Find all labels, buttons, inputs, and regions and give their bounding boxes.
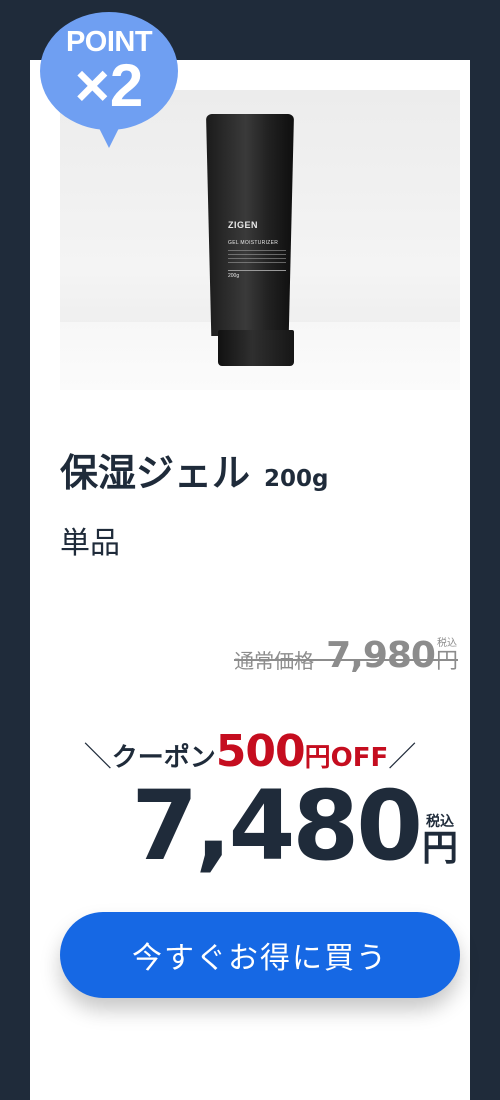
product-name: 保湿ジェル	[60, 451, 251, 495]
regular-price-value: 7,980	[326, 635, 436, 676]
product-title: 保湿ジェル 200g	[60, 442, 329, 497]
point-multiplier: ×2	[74, 52, 144, 119]
tube-brand: ZIGEN	[228, 220, 259, 230]
tube-label: ZIGEN GEL MOISTURIZER 200g	[228, 220, 286, 279]
sale-price: 7,480 税込 円	[131, 778, 458, 874]
product-size: 200g	[264, 466, 329, 492]
sale-yen: 円	[421, 828, 458, 869]
product-card: ZIGEN GEL MOISTURIZER 200g 保湿ジェル 200g 単品 …	[30, 60, 470, 1100]
coupon-prefix: ＼	[83, 740, 112, 773]
regular-yen: 円	[435, 649, 458, 674]
product-variant: 単品	[60, 526, 120, 561]
point-badge: POINT ×2	[40, 12, 178, 150]
coupon-text: クーポン	[111, 743, 216, 773]
regular-price: 通常価格 7,980 税込 円	[234, 638, 458, 674]
coupon-unit-off: 円OFF	[304, 743, 389, 773]
badge-tail	[96, 122, 122, 148]
tube-description-lines	[228, 250, 286, 264]
tube-subtitle: GEL MOISTURIZER	[228, 240, 279, 246]
product-tube-cap	[218, 330, 294, 366]
regular-price-unit: 税込 円	[436, 638, 458, 674]
sale-price-value: 7,480	[131, 770, 423, 882]
tube-weight: 200g	[228, 270, 286, 279]
buy-now-button[interactable]: 今すぐお得に買う	[60, 912, 460, 998]
sale-price-unit: 税込 円	[422, 814, 458, 868]
strikethrough-line	[234, 659, 458, 661]
coupon-suffix: ／	[388, 740, 417, 773]
